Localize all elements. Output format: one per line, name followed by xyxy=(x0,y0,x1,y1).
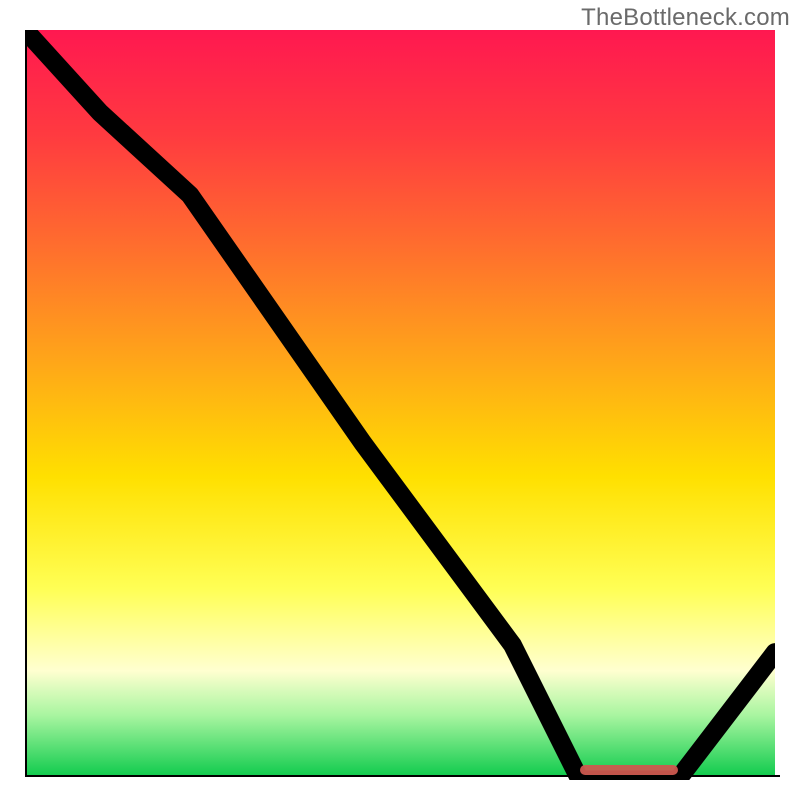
line-series-svg xyxy=(25,30,775,780)
chart-stage: TheBottleneck.com xyxy=(0,0,800,800)
watermark-text: TheBottleneck.com xyxy=(581,4,790,32)
y-axis xyxy=(25,30,27,777)
bottleneck-curve-path xyxy=(25,30,775,780)
optimal-region-marker xyxy=(580,765,678,775)
x-axis xyxy=(25,775,780,777)
plot-area xyxy=(25,30,775,775)
